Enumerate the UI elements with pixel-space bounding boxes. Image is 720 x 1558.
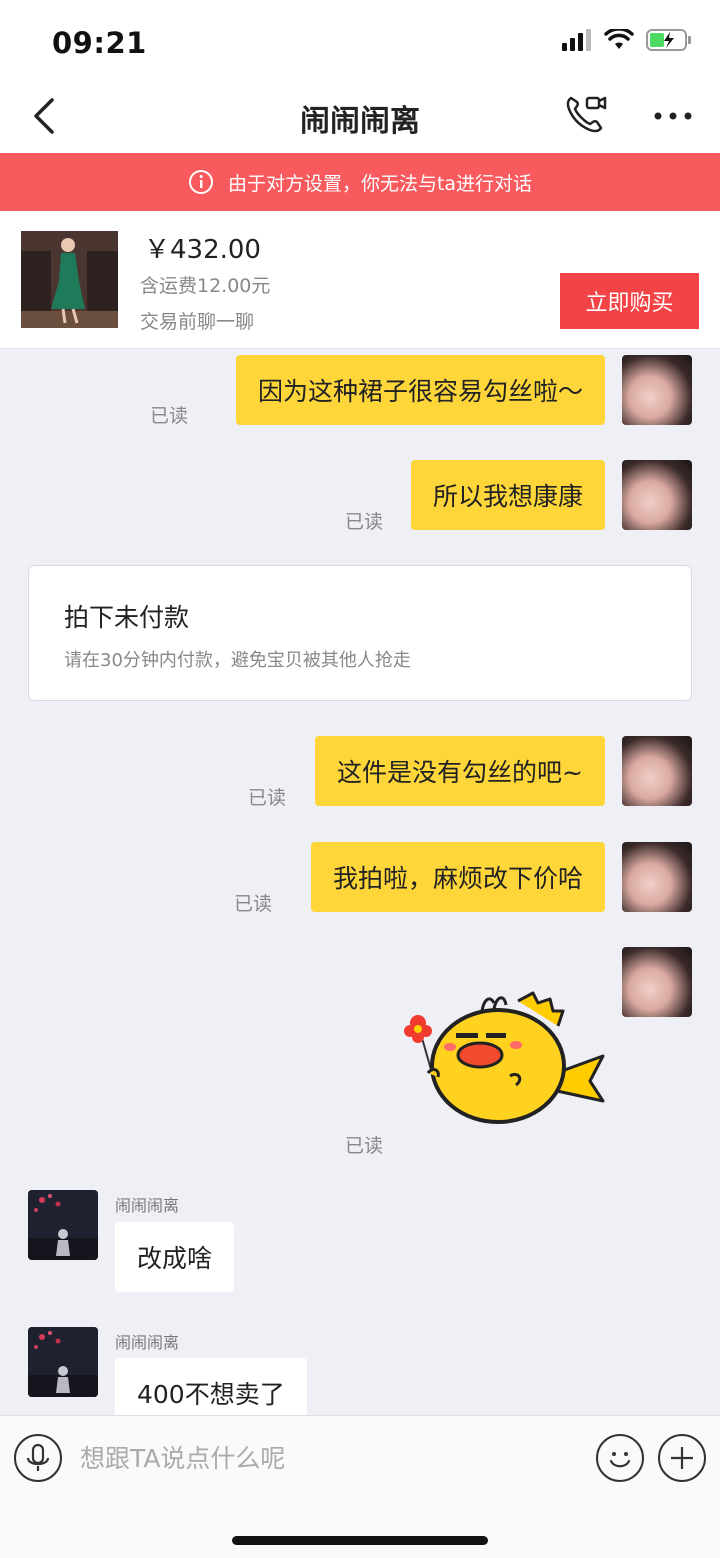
plus-icon[interactable] [658, 1434, 706, 1482]
status-bar: 09:21 [0, 0, 720, 80]
yellow-fish-sticker[interactable] [398, 981, 608, 1126]
contact-avatar[interactable] [28, 1190, 98, 1260]
status-icons [562, 28, 692, 52]
order-subtitle: 请在30分钟内付款，避免宝贝被其他人抢走 [64, 650, 411, 671]
battery-icon [646, 29, 691, 51]
home-indicator[interactable] [232, 1536, 488, 1545]
product-thumbnail[interactable] [21, 231, 118, 328]
product-card[interactable]: ￥432.00 含运费12.00元 交易前聊一聊 立即购买 [0, 211, 720, 349]
my-message-bubble[interactable]: 我拍啦，麻烦改下价哈 [310, 842, 605, 912]
read-receipt: 已读 [150, 405, 189, 427]
dress-photo [21, 231, 118, 328]
sender-name: 闹闹闹离 [115, 1333, 180, 1352]
phone-video-icon[interactable] [563, 92, 607, 136]
buy-now-button[interactable]: 立即购买 [560, 273, 699, 329]
sender-name: 闹闹闹离 [115, 1196, 180, 1215]
chat-area[interactable]: 已读 因为这种裙子很容易勾丝啦～ 已读 所以我想康康 拍下未付款 请在30分钟内… [0, 349, 720, 1415]
night-scene-avatar-image [28, 1190, 98, 1260]
banner-text: 由于对方设置，你无法与ta进行对话 [227, 172, 533, 195]
product-shipping: 含运费12.00元 [140, 275, 271, 297]
contact-message-bubble[interactable]: 改成啥 [115, 1222, 235, 1292]
my-message-bubble[interactable]: 所以我想康康 [410, 460, 605, 530]
my-message-bubble[interactable]: 这件是没有勾丝的吧~ [315, 736, 605, 806]
signal-icon [562, 29, 591, 51]
restriction-banner: 由于对方设置，你无法与ta进行对话 [0, 153, 720, 211]
home-area [0, 1500, 720, 1558]
microphone-icon[interactable] [14, 1434, 62, 1482]
contact-avatar[interactable] [28, 1327, 98, 1397]
order-status-card[interactable]: 拍下未付款 请在30分钟内付款，避免宝贝被其他人抢走 [28, 565, 692, 701]
smiley-icon[interactable] [596, 1434, 644, 1482]
read-receipt: 已读 [345, 511, 384, 533]
smiley-glyph [609, 1452, 631, 1468]
nav-bar: 闹闹闹离 [0, 80, 720, 153]
my-avatar[interactable] [622, 947, 692, 1017]
my-message-bubble[interactable]: 因为这种裙子很容易勾丝啦～ [235, 355, 605, 425]
info-icon [188, 170, 213, 194]
order-title: 拍下未付款 [64, 603, 190, 632]
night-scene-avatar-image [28, 1327, 98, 1397]
input-bar [0, 1415, 720, 1500]
message-input[interactable] [80, 1430, 580, 1486]
product-chat-hint: 交易前聊一聊 [140, 311, 255, 333]
my-avatar[interactable] [622, 736, 692, 806]
plus-glyph [671, 1447, 693, 1469]
contact-message-bubble[interactable]: 400不想卖了 [115, 1358, 307, 1415]
read-receipt: 已读 [234, 893, 273, 915]
my-avatar[interactable] [622, 355, 692, 425]
microphone-glyph [26, 1443, 50, 1471]
my-avatar[interactable] [622, 460, 692, 530]
more-dots-icon[interactable] [652, 104, 694, 128]
read-receipt: 已读 [345, 1135, 384, 1157]
wifi-icon [604, 29, 634, 49]
read-receipt: 已读 [248, 787, 287, 809]
product-price: ￥432.00 [144, 235, 261, 265]
my-avatar[interactable] [622, 842, 692, 912]
page-title: 闹闹闹离 [300, 104, 420, 139]
status-time: 09:21 [52, 26, 147, 60]
